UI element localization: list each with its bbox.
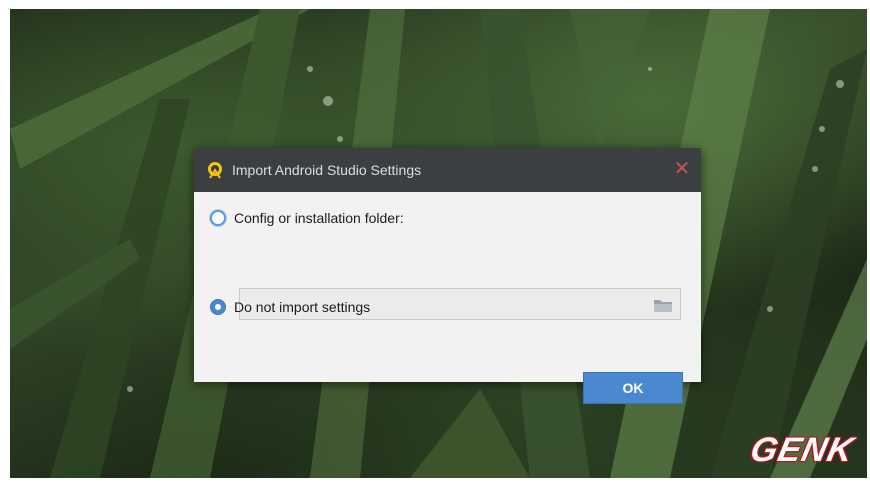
genk-watermark: GENK — [746, 431, 858, 469]
android-studio-icon — [208, 162, 222, 179]
close-icon[interactable]: ✕ — [673, 159, 691, 179]
config-folder-label: Config or installation folder: — [234, 210, 404, 226]
folder-icon[interactable] — [654, 298, 672, 312]
ok-button[interactable]: OK — [583, 372, 683, 404]
config-folder-option[interactable]: Config or installation folder: — [210, 210, 404, 226]
import-settings-dialog: Import Android Studio Settings ✕ Config … — [194, 148, 701, 404]
no-import-label: Do not import settings — [234, 299, 371, 315]
dialog-title: Import Android Studio Settings — [232, 162, 422, 178]
no-import-radio[interactable] — [210, 299, 226, 315]
config-folder-radio[interactable] — [210, 210, 226, 226]
no-import-option[interactable]: Do not import settings — [210, 299, 370, 315]
dialog-titlebar[interactable]: Import Android Studio Settings ✕ — [194, 148, 701, 192]
